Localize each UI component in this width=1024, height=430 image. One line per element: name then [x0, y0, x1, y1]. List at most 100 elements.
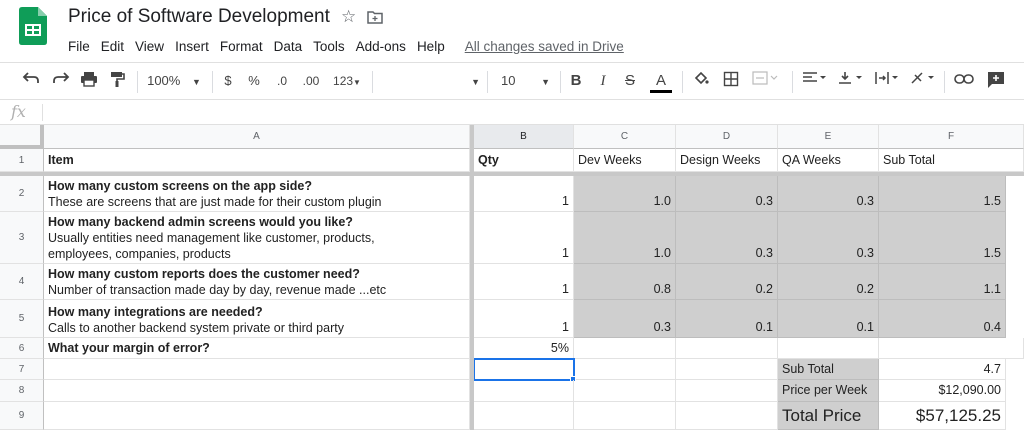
cell-d6[interactable] [676, 338, 778, 359]
frozen-column-divider[interactable] [470, 125, 474, 430]
borders-icon[interactable] [720, 71, 742, 91]
font-size-select[interactable]: 10 ▼ [495, 71, 555, 91]
menu-help[interactable]: Help [417, 39, 445, 54]
cell-f7[interactable]: 4.7 [879, 359, 1006, 380]
zoom-select[interactable]: 100% ▼ [145, 71, 203, 91]
menu-data[interactable]: Data [274, 39, 303, 54]
font-family-select[interactable]: ▼ [380, 71, 480, 91]
cell-c5[interactable]: 0.3 [574, 300, 676, 338]
cell-c9[interactable] [574, 402, 676, 430]
cell-e1[interactable]: QA Weeks [778, 149, 879, 172]
cell-f5[interactable]: 0.4 [879, 300, 1006, 338]
column-header-b[interactable]: B [474, 125, 574, 149]
cell-a2[interactable]: How many custom screens on the app side?… [44, 176, 470, 212]
decrease-decimal-button[interactable]: .0 [272, 71, 292, 91]
redo-icon[interactable] [50, 71, 72, 91]
cell-d4[interactable]: 0.2 [676, 264, 778, 300]
column-header-c[interactable]: C [574, 125, 676, 149]
cell-d2[interactable]: 0.3 [676, 176, 778, 212]
vertical-align-icon[interactable] [836, 71, 866, 91]
cell-f6[interactable] [879, 338, 1024, 359]
frozen-row-divider[interactable] [0, 172, 1024, 176]
row-header-1[interactable]: 1 [0, 149, 44, 172]
cell-b3[interactable]: 1 [474, 212, 574, 264]
cell-b9[interactable] [474, 402, 574, 430]
star-icon[interactable]: ☆ [341, 7, 356, 27]
menu-format[interactable]: Format [220, 39, 263, 54]
cell-a7[interactable] [44, 359, 470, 380]
paint-format-icon[interactable] [106, 71, 128, 91]
cell-b7[interactable] [473, 358, 575, 381]
undo-icon[interactable] [20, 71, 42, 91]
row-header-5[interactable]: 5 [0, 300, 44, 338]
merge-cells-icon[interactable] [750, 71, 780, 91]
cell-e3[interactable]: 0.3 [778, 212, 879, 264]
currency-format-button[interactable]: $ [220, 71, 236, 91]
cell-a3[interactable]: How many backend admin screens would you… [44, 212, 470, 264]
insert-link-icon[interactable] [952, 71, 976, 91]
column-header-d[interactable]: D [676, 125, 778, 149]
cell-b5[interactable]: 1 [474, 300, 574, 338]
cell-b2[interactable]: 1 [474, 176, 574, 212]
cell-e7[interactable]: Sub Total [778, 359, 879, 380]
cell-f2[interactable]: 1.5 [879, 176, 1006, 212]
italic-button[interactable]: I [595, 71, 611, 91]
cell-d8[interactable] [676, 380, 778, 402]
cell-a1[interactable]: Item [44, 149, 470, 172]
strikethrough-button[interactable]: S [622, 71, 638, 91]
text-wrapping-icon[interactable] [872, 71, 902, 91]
cell-d3[interactable]: 0.3 [676, 212, 778, 264]
row-header-6[interactable]: 6 [0, 338, 44, 359]
row-header-8[interactable]: 8 [0, 380, 44, 402]
horizontal-align-icon[interactable] [800, 71, 830, 91]
row-header-9[interactable]: 9 [0, 402, 44, 430]
menu-add-ons[interactable]: Add-ons [356, 39, 406, 54]
cell-e6[interactable] [778, 338, 879, 359]
menu-insert[interactable]: Insert [175, 39, 209, 54]
cell-b1[interactable]: Qty [474, 149, 574, 172]
cell-f3[interactable]: 1.5 [879, 212, 1006, 264]
cell-c7[interactable] [576, 359, 676, 380]
save-status-link[interactable]: All changes saved in Drive [465, 39, 624, 54]
cell-d5[interactable]: 0.1 [676, 300, 778, 338]
cell-e8[interactable]: Price per Week [778, 380, 879, 402]
cell-f9[interactable]: $57,125.25 [879, 402, 1006, 430]
cell-c4[interactable]: 0.8 [574, 264, 676, 300]
cell-a6[interactable]: What your margin of error? [44, 338, 470, 359]
column-header-a[interactable]: A [44, 125, 470, 149]
cell-a4[interactable]: How many custom reports does the custome… [44, 264, 470, 300]
cell-e9[interactable]: Total Price [778, 402, 879, 430]
cell-c2[interactable]: 1.0 [574, 176, 676, 212]
cell-c1[interactable]: Dev Weeks [574, 149, 676, 172]
percent-format-button[interactable]: % [245, 71, 263, 91]
bold-button[interactable]: B [568, 71, 584, 91]
row-header-7[interactable]: 7 [0, 359, 44, 380]
cell-b6[interactable]: 5% [474, 338, 574, 359]
cell-e2[interactable]: 0.3 [778, 176, 879, 212]
column-header-e[interactable]: E [778, 125, 879, 149]
row-header-2[interactable]: 2 [0, 176, 44, 212]
increase-decimal-button[interactable]: .00 [298, 71, 324, 91]
cell-c3[interactable]: 1.0 [574, 212, 676, 264]
menu-file[interactable]: File [68, 39, 90, 54]
print-icon[interactable] [78, 71, 100, 91]
cell-e5[interactable]: 0.1 [778, 300, 879, 338]
cell-f1[interactable]: Sub Total [879, 149, 1024, 172]
text-color-button[interactable]: A [650, 71, 672, 93]
cell-d9[interactable] [676, 402, 778, 430]
fill-color-icon[interactable] [690, 71, 712, 91]
cell-d1[interactable]: Design Weeks [676, 149, 778, 172]
cell-e4[interactable]: 0.2 [778, 264, 879, 300]
formula-input[interactable] [50, 104, 1010, 121]
move-to-folder-icon[interactable] [367, 10, 383, 24]
sheets-logo-icon[interactable] [19, 7, 47, 45]
menu-edit[interactable]: Edit [101, 39, 124, 54]
cell-f8[interactable]: $12,090.00 [879, 380, 1006, 402]
insert-comment-icon[interactable] [984, 71, 1008, 91]
more-formats-button[interactable]: 123▼ [330, 71, 364, 91]
row-header-3[interactable]: 3 [0, 212, 44, 264]
cell-a8[interactable] [44, 380, 470, 402]
cell-f4[interactable]: 1.1 [879, 264, 1006, 300]
cell-c8[interactable] [574, 380, 676, 402]
document-title[interactable]: Price of Software Development [68, 6, 330, 28]
